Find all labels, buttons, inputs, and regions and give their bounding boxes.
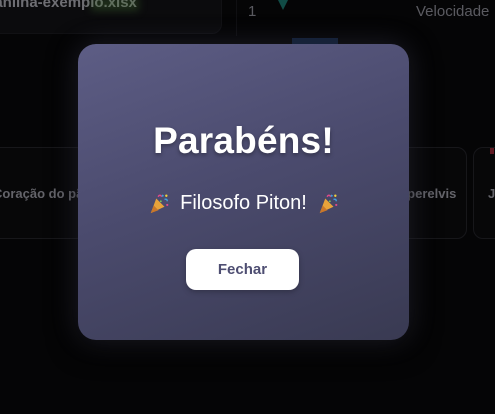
party-popper-icon [317,193,339,215]
party-popper-icon [148,193,170,215]
modal-message: Filosofo Piton! [78,192,409,215]
congratulations-modal: Parabéns! Filosofo Piton! Fechar [78,44,409,340]
modal-title: Parabéns! [153,120,334,161]
close-button[interactable]: Fechar [186,249,299,290]
modal-message-text: Filosofo Piton! [180,192,307,214]
